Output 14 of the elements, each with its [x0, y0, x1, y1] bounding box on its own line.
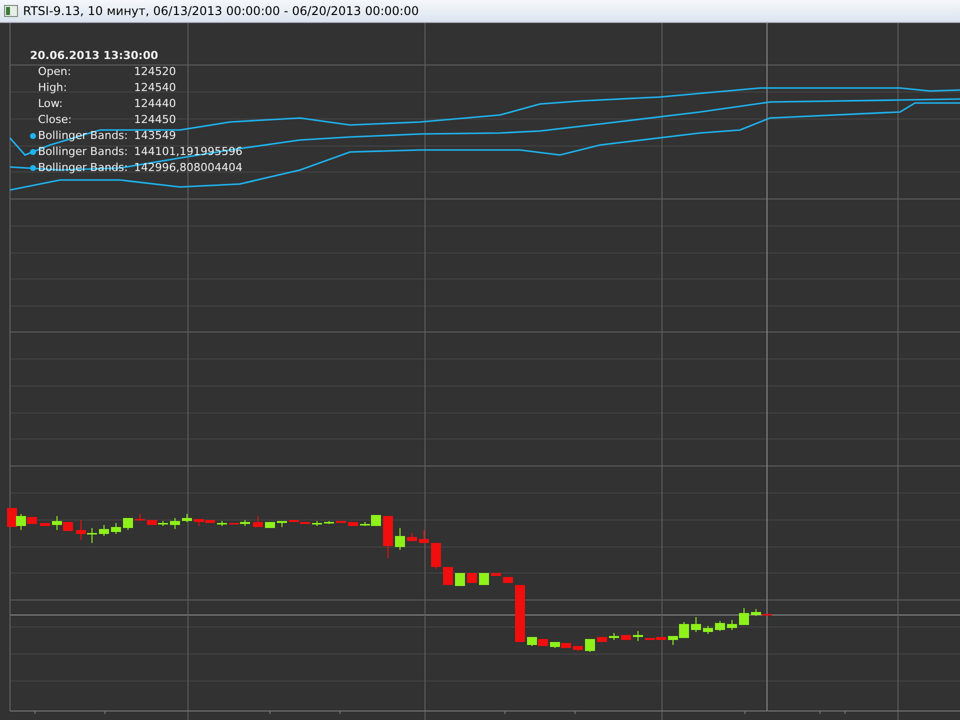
legend-value: 124540 [134, 80, 177, 96]
legend-timestamp: 20.06.2013 13:30:00 [30, 48, 160, 64]
legend-value: 124440 [134, 96, 177, 112]
legend-value: 124450 [134, 112, 177, 128]
legend-label: Low: [38, 96, 64, 112]
legend-label: High: [38, 80, 68, 96]
window-title: RTSI-9.13, 10 минут, 06/13/2013 00:00:00 - 06/20/2013 00:00:00 [23, 4, 419, 18]
legend-label: Bollinger Bands: [38, 144, 129, 160]
legend-value: 143549 [134, 128, 177, 144]
legend-label: Open: [38, 64, 72, 80]
app-icon [4, 5, 18, 17]
legend-value: 124520 [134, 64, 177, 80]
legend-label: Close: [38, 112, 73, 128]
legend-value: 142996,808004404 [134, 160, 242, 176]
